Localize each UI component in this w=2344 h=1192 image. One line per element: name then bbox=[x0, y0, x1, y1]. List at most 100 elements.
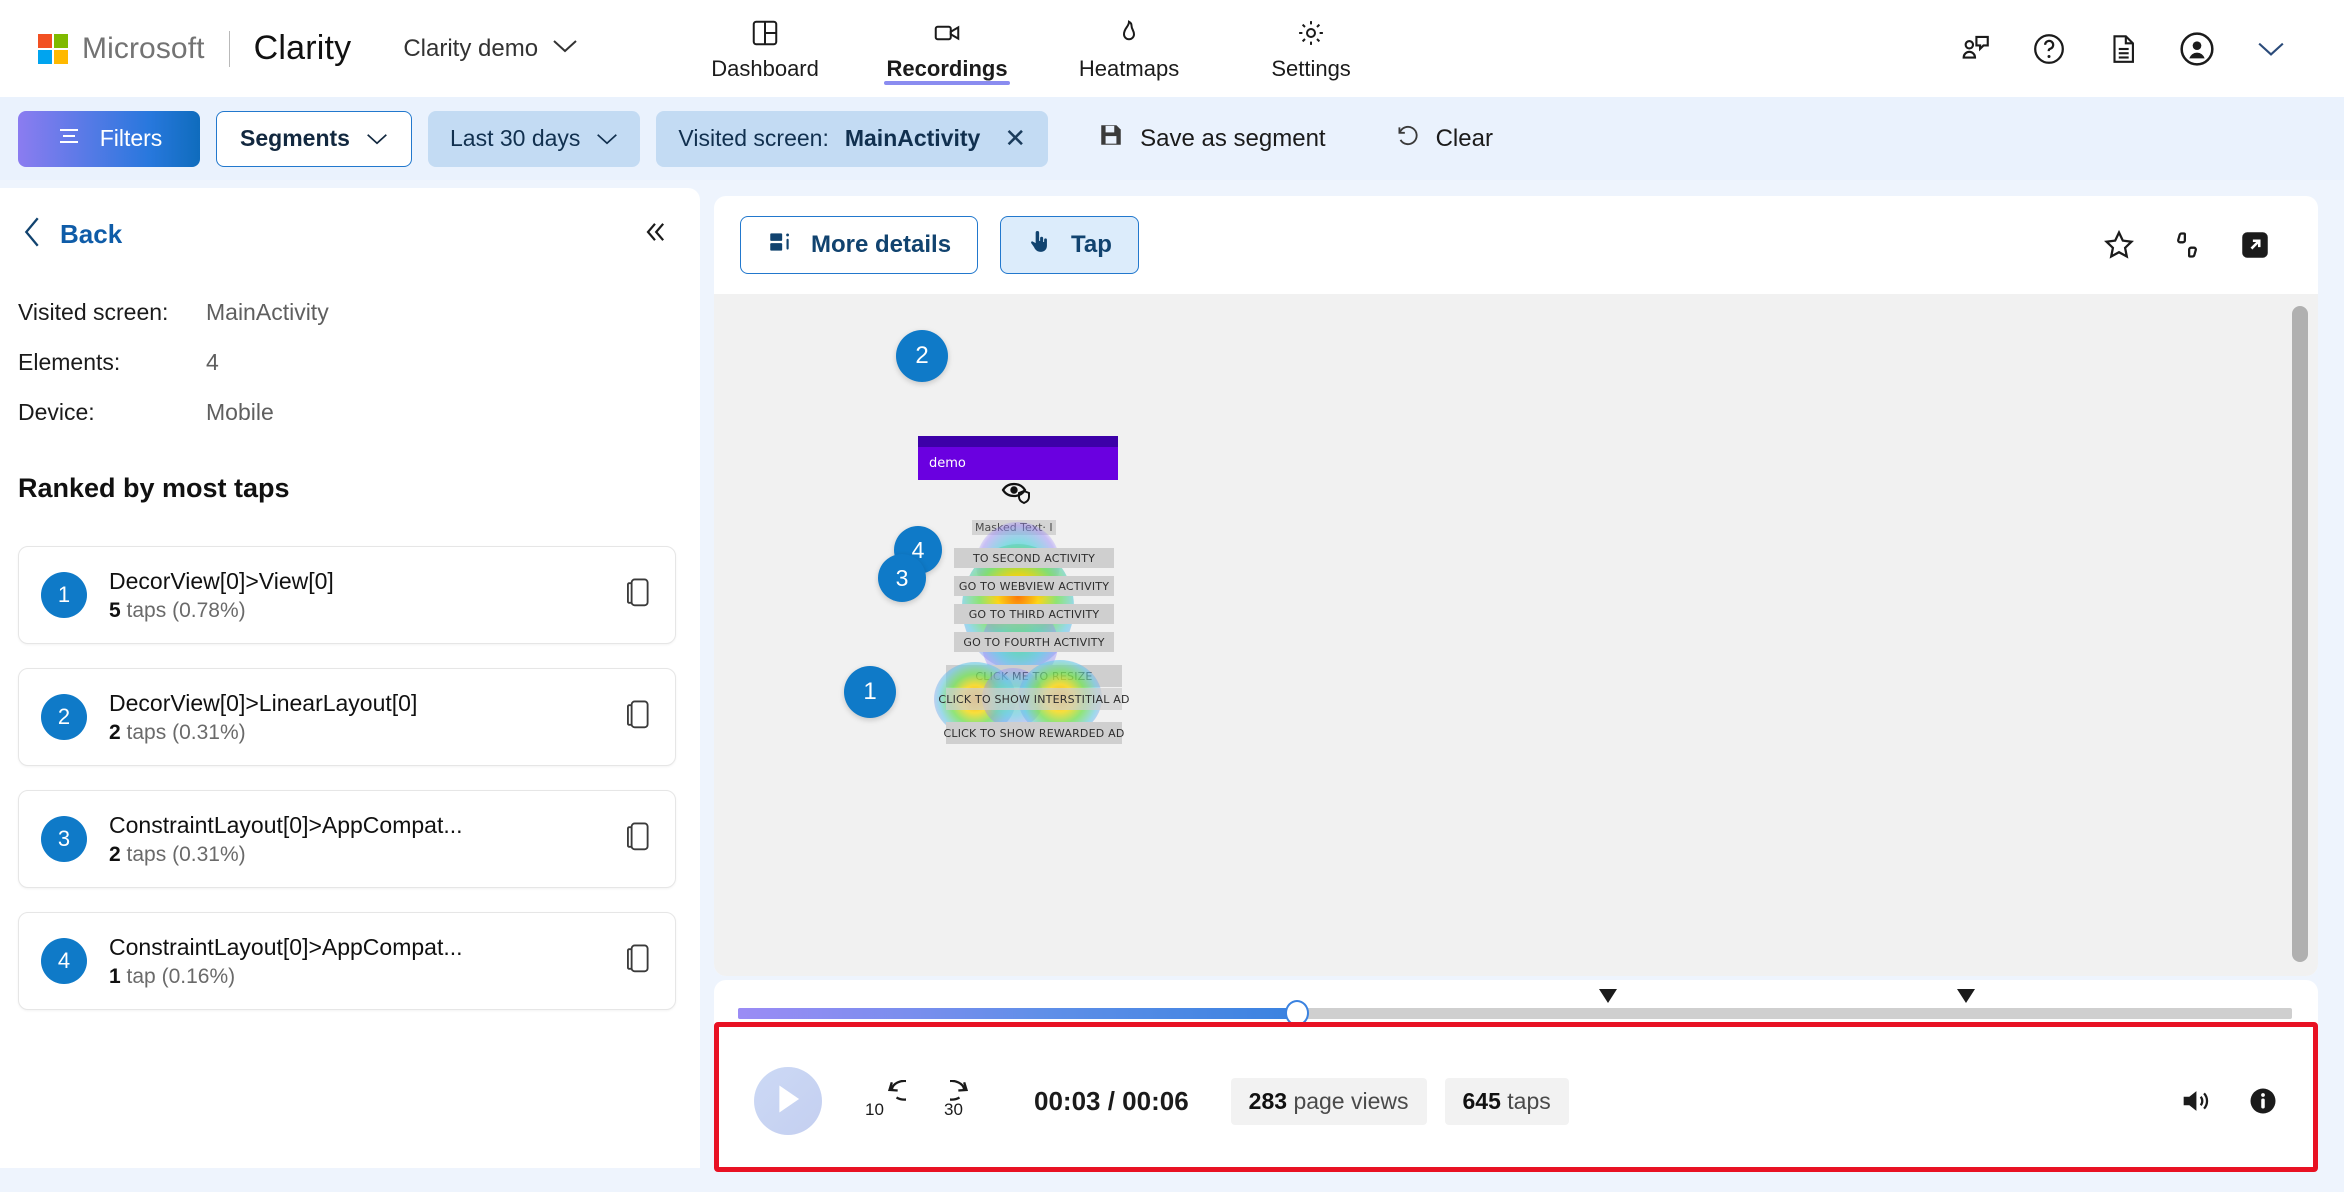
account-icon[interactable] bbox=[2160, 14, 2234, 84]
close-icon[interactable]: ✕ bbox=[1004, 123, 1026, 154]
meta-value: MainActivity bbox=[206, 298, 329, 325]
segments-label: Segments bbox=[240, 125, 350, 151]
list-item[interactable]: 2 DecorView[0]>LinearLayout[0] 2 taps (0… bbox=[18, 668, 676, 766]
details-panel-icon bbox=[767, 229, 793, 262]
app-button-fourth-activity[interactable]: GO TO FOURTH ACTIVITY bbox=[954, 632, 1114, 652]
chevron-down-icon bbox=[552, 38, 578, 59]
element-stats: 2 taps (0.31%) bbox=[109, 721, 417, 745]
nav-item-recordings[interactable]: Recordings bbox=[856, 0, 1038, 97]
tap-mode-button[interactable]: Tap bbox=[1000, 216, 1139, 274]
panel-header: Back bbox=[0, 188, 700, 253]
header-actions bbox=[1938, 14, 2344, 84]
help-icon[interactable] bbox=[2012, 14, 2086, 84]
app-button-label: TO SECOND ACTIVITY bbox=[972, 551, 1096, 565]
more-details-label: More details bbox=[811, 231, 952, 258]
app-button-second-activity[interactable]: TO SECOND ACTIVITY bbox=[954, 548, 1114, 568]
mobile-device-icon[interactable] bbox=[625, 821, 653, 858]
element-stats: 2 taps (0.31%) bbox=[109, 843, 463, 867]
element-stats: 1 tap (0.16%) bbox=[109, 965, 463, 989]
meta-row-elements: Elements: 4 bbox=[18, 337, 700, 387]
account-chevron-down-icon[interactable] bbox=[2234, 14, 2308, 84]
microsoft-logo[interactable]: Microsoft bbox=[38, 32, 205, 66]
project-name: Clarity demo bbox=[403, 34, 539, 62]
save-as-segment-label: Save as segment bbox=[1140, 124, 1326, 152]
mobile-device-icon[interactable] bbox=[625, 699, 653, 736]
rank-badge: 3 bbox=[41, 816, 87, 862]
play-icon bbox=[773, 1083, 803, 1120]
app-button-webview-activity[interactable]: GO TO WEBVIEW ACTIVITY bbox=[954, 576, 1114, 596]
heatmap-badge-1[interactable]: 1 bbox=[844, 666, 896, 718]
app-title-bar: demo bbox=[918, 436, 1118, 480]
docs-icon[interactable] bbox=[2086, 14, 2160, 84]
favorite-star-icon[interactable] bbox=[2102, 228, 2136, 262]
badge-number: 3 bbox=[895, 564, 909, 591]
clear-label: Clear bbox=[1435, 124, 1493, 152]
list-item[interactable]: 3 ConstraintLayout[0]>AppCompat... 2 tap… bbox=[18, 790, 676, 888]
tap-unit: taps bbox=[126, 720, 167, 744]
element-selector: ConstraintLayout[0]>AppCompat... bbox=[109, 811, 463, 838]
app-button-label: GO TO FOURTH ACTIVITY bbox=[963, 635, 1105, 649]
heatmap-badge-2[interactable]: 2 bbox=[896, 330, 948, 382]
viewer-toolbar: More details Tap bbox=[714, 196, 2318, 294]
clear-filters-button[interactable]: Clear bbox=[1376, 111, 1511, 167]
badge-number: 1 bbox=[863, 678, 877, 705]
app-button-resize[interactable]: CLICK ME TO RESIZE bbox=[946, 665, 1122, 687]
tap-percent: (0.31%) bbox=[172, 720, 246, 744]
dashboard-icon bbox=[750, 16, 780, 50]
save-as-segment-button[interactable]: Save as segment bbox=[1080, 111, 1343, 167]
volume-icon[interactable] bbox=[2178, 1084, 2212, 1118]
progress-handle[interactable] bbox=[1285, 1000, 1310, 1026]
applied-filter-chip[interactable]: Visited screen: MainActivity ✕ bbox=[656, 110, 1049, 167]
microsoft-wordmark: Microsoft bbox=[82, 31, 205, 65]
masked-text-label: Masked Text· I bbox=[972, 520, 1056, 535]
list-item[interactable]: 4 ConstraintLayout[0]>AppCompat... 1 tap… bbox=[18, 912, 676, 1010]
app-button-label: GO TO WEBVIEW ACTIVITY bbox=[958, 579, 1110, 593]
viewer-toolbar-actions bbox=[2102, 228, 2292, 262]
back-button[interactable]: Back bbox=[22, 216, 122, 253]
info-icon[interactable] bbox=[2248, 1086, 2278, 1116]
nav-item-settings[interactable]: Settings bbox=[1220, 0, 1402, 97]
more-details-button[interactable]: More details bbox=[740, 216, 979, 274]
app-button-interstitial-ad[interactable]: CLICK TO SHOW INTERSTITIAL AD bbox=[938, 688, 1129, 710]
nav-label-dashboard: Dashboard bbox=[711, 55, 819, 81]
filters-label: Filters bbox=[99, 125, 163, 151]
app-button-third-activity[interactable]: GO TO THIRD ACTIVITY bbox=[954, 604, 1114, 624]
feedback-icon[interactable] bbox=[1938, 14, 2012, 84]
thumbs-feedback-icon[interactable] bbox=[2170, 228, 2204, 262]
mobile-device-icon[interactable] bbox=[625, 943, 653, 980]
chevron-down-icon bbox=[366, 125, 388, 152]
open-external-icon[interactable] bbox=[2238, 228, 2272, 262]
nav-item-heatmaps[interactable]: Heatmaps bbox=[1038, 0, 1220, 97]
rank-badge: 4 bbox=[41, 938, 87, 984]
ranked-section-title: Ranked by most taps bbox=[18, 473, 290, 503]
tap-percent: (0.31%) bbox=[172, 842, 246, 866]
list-item[interactable]: 1 DecorView[0]>View[0] 5 taps (0.78%) bbox=[18, 546, 676, 644]
filters-button[interactable]: Filters bbox=[18, 110, 200, 167]
collapse-panel-button[interactable] bbox=[640, 218, 670, 251]
segments-dropdown[interactable]: Segments bbox=[216, 110, 412, 167]
app-button-rewarded-ad[interactable]: CLICK TO SHOW REWARDED AD bbox=[943, 722, 1125, 744]
element-selector: DecorView[0]>View[0] bbox=[109, 567, 334, 594]
playback-progress[interactable] bbox=[738, 989, 2292, 1026]
date-range-dropdown[interactable]: Last 30 days bbox=[428, 110, 641, 167]
stage-scrollbar[interactable] bbox=[2292, 306, 2308, 962]
gear-icon bbox=[1296, 16, 1326, 50]
playback-time: 00:03 / 00:06 bbox=[1034, 1085, 1189, 1116]
meta-value: Mobile bbox=[206, 398, 274, 425]
nav-item-dashboard[interactable]: Dashboard bbox=[674, 0, 856, 97]
play-button[interactable] bbox=[754, 1067, 822, 1135]
back-label: Back bbox=[60, 219, 123, 249]
nav-label-heatmaps: Heatmaps bbox=[1078, 55, 1180, 81]
timeline-marker[interactable] bbox=[1599, 989, 1618, 1003]
mobile-device-icon[interactable] bbox=[625, 577, 653, 614]
meta-row-device: Device: Mobile bbox=[18, 387, 700, 437]
heatmap-badge-3[interactable]: 3 bbox=[878, 554, 926, 602]
product-brand: Clarity bbox=[253, 29, 352, 67]
masking-eye-icon bbox=[1000, 478, 1034, 511]
tap-percent: (0.78%) bbox=[172, 598, 246, 622]
timeline-marker[interactable] bbox=[1956, 989, 1975, 1003]
tap-unit: tap bbox=[126, 964, 156, 988]
app-button-label: CLICK TO SHOW REWARDED AD bbox=[943, 726, 1125, 740]
app-preview-stage: demo Masked Text· I TO SECOND ACTIVITY G… bbox=[714, 294, 2318, 976]
project-selector[interactable]: Clarity demo bbox=[403, 35, 578, 63]
